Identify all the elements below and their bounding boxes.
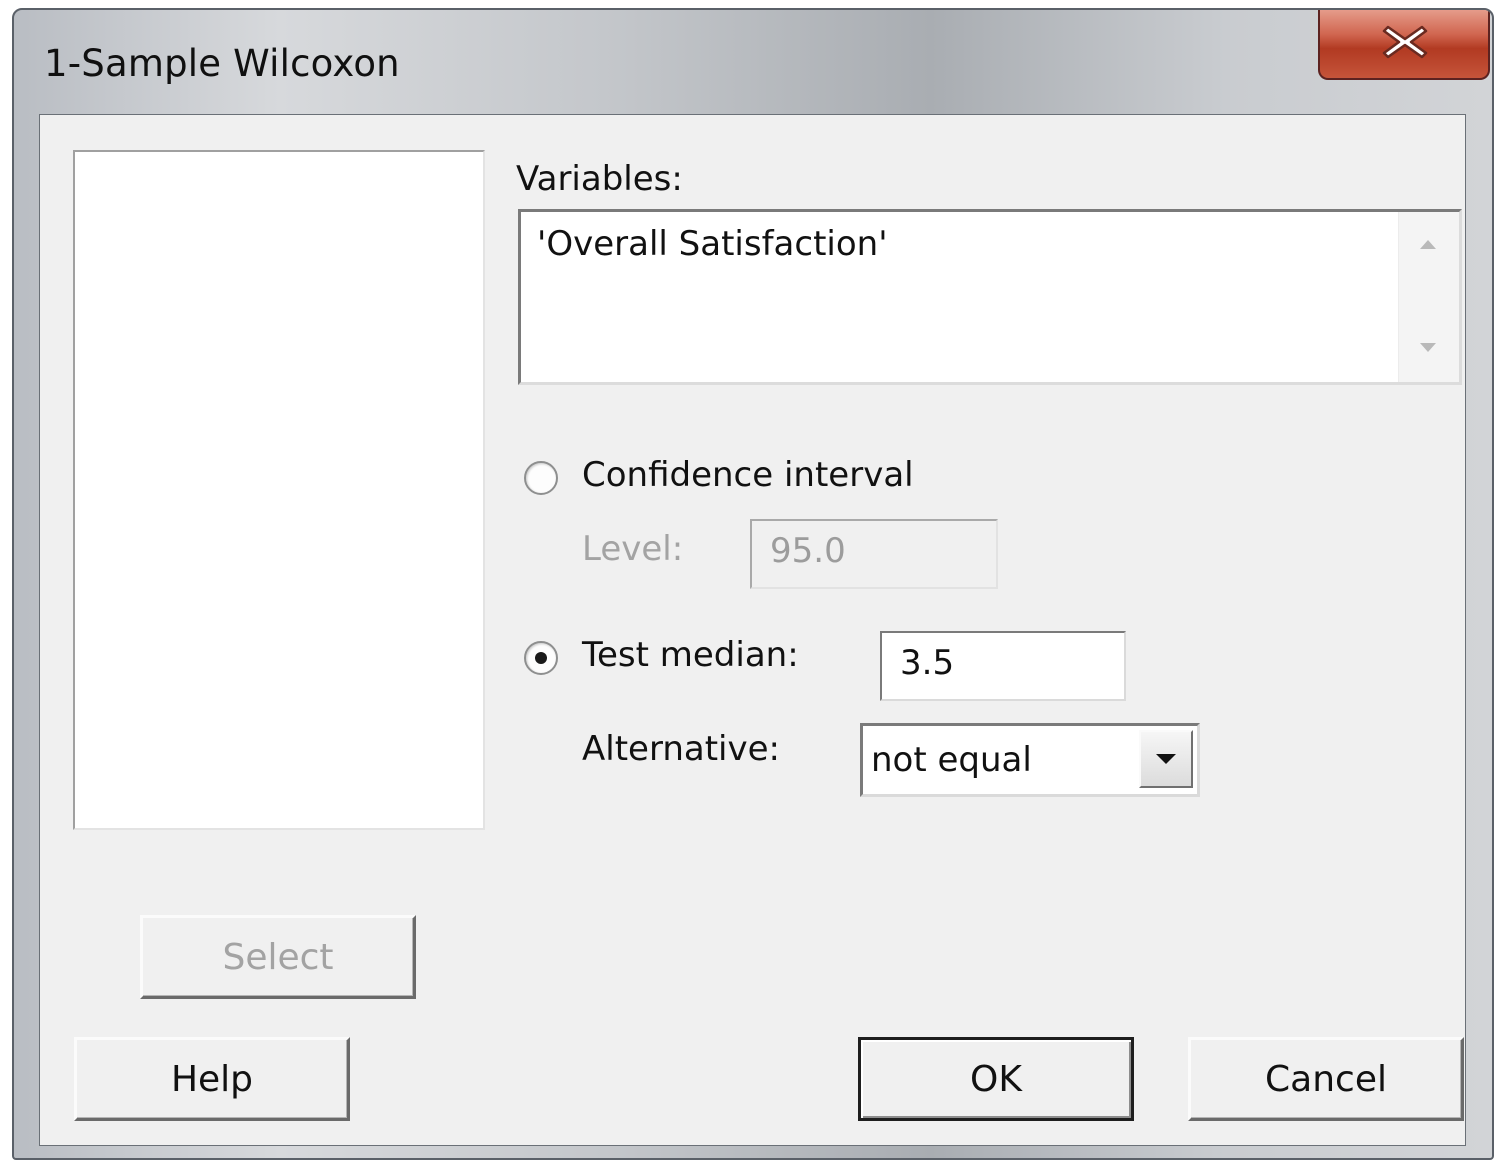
columns-listbox[interactable] xyxy=(73,150,485,830)
test-median-label[interactable]: Test median: xyxy=(582,635,799,675)
close-button[interactable] xyxy=(1318,10,1490,80)
help-button[interactable]: Help xyxy=(74,1037,350,1121)
confidence-interval-radio[interactable] xyxy=(524,461,558,495)
title-bar[interactable]: 1-Sample Wilcoxon xyxy=(14,10,1492,114)
select-button[interactable]: Select xyxy=(140,915,416,999)
level-label: Level: xyxy=(582,529,684,569)
scroll-up-arrow-icon[interactable] xyxy=(1419,238,1437,250)
chevron-down-icon xyxy=(1156,754,1176,764)
radio-selected-dot xyxy=(535,652,547,664)
alternative-dropdown[interactable]: not equal xyxy=(860,723,1200,797)
test-median-input[interactable]: 3.5 xyxy=(880,631,1126,701)
window-title: 1-Sample Wilcoxon xyxy=(44,42,400,85)
variables-field[interactable]: 'Overall Satisfaction' xyxy=(518,209,1462,385)
variables-scrollbar[interactable] xyxy=(1398,212,1459,382)
confidence-interval-label[interactable]: Confidence interval xyxy=(582,455,914,495)
dialog-client-area: Variables: 'Overall Satisfaction' Confid… xyxy=(39,114,1466,1146)
alternative-label: Alternative: xyxy=(582,729,780,769)
alternative-dropdown-button[interactable] xyxy=(1139,730,1193,788)
variables-label: Variables: xyxy=(516,159,683,199)
dialog-window: 1-Sample Wilcoxon Variables: 'Overall Sa… xyxy=(12,8,1494,1160)
alternative-selected-value: not equal xyxy=(871,740,1032,780)
close-icon xyxy=(1382,25,1428,59)
scroll-down-arrow-icon[interactable] xyxy=(1419,342,1437,354)
ok-button[interactable]: OK xyxy=(858,1037,1134,1121)
variables-value: 'Overall Satisfaction' xyxy=(537,224,888,264)
level-input[interactable]: 95.0 xyxy=(750,519,998,589)
cancel-button[interactable]: Cancel xyxy=(1188,1037,1464,1121)
test-median-radio[interactable] xyxy=(524,641,558,675)
